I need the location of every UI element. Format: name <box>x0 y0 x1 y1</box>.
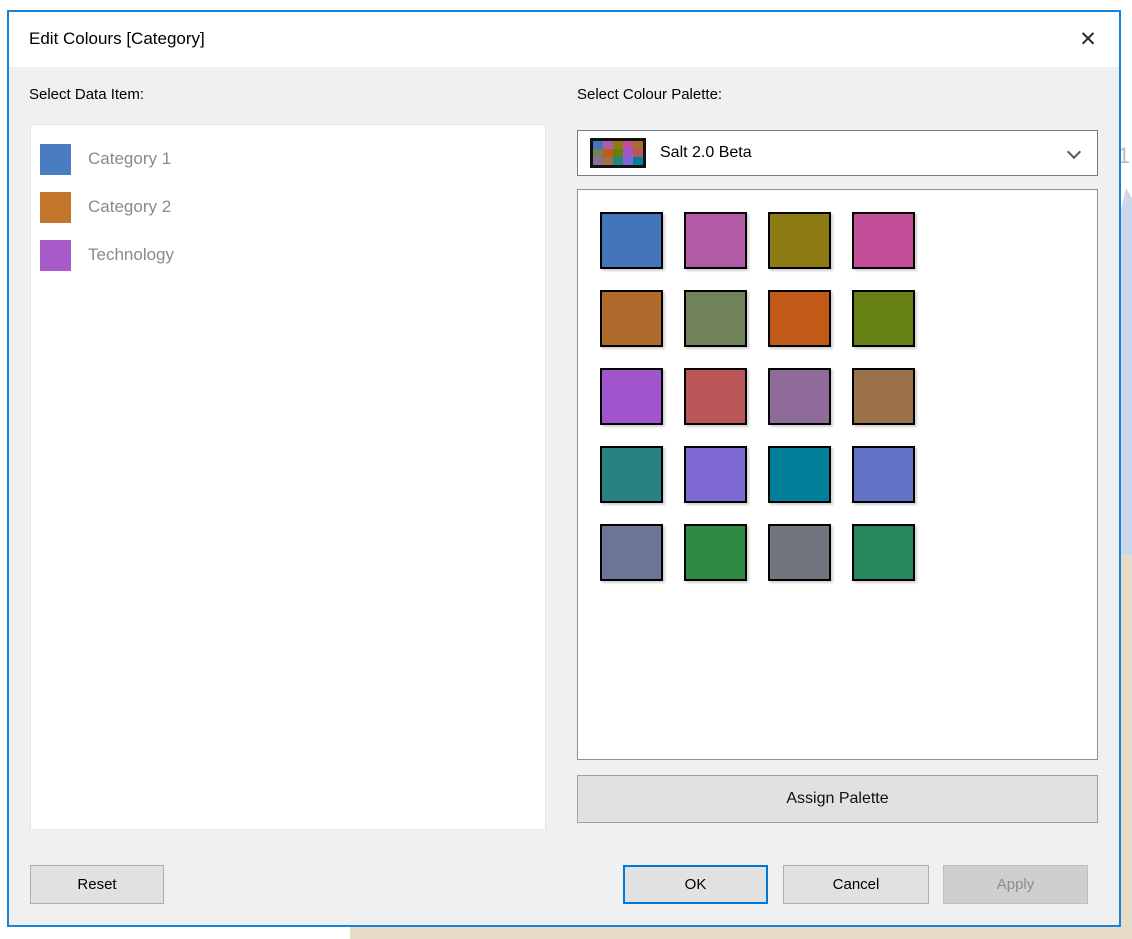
chevron-down-icon <box>1069 147 1080 158</box>
palette-swatch[interactable] <box>768 524 831 581</box>
palette-swatch[interactable] <box>684 212 747 269</box>
palette-swatch[interactable] <box>852 290 915 347</box>
cancel-button[interactable]: Cancel <box>783 865 929 904</box>
reset-button[interactable]: Reset <box>30 865 164 904</box>
palette-swatch[interactable] <box>852 524 915 581</box>
dialog-title: Edit Colours [Category] <box>29 29 205 49</box>
background-beige-fragment-right <box>1121 555 1132 939</box>
palette-dropdown-value: Salt 2.0 Beta <box>660 144 752 162</box>
palette-dropdown[interactable]: Salt 2.0 Beta <box>577 130 1098 176</box>
item-label: Category 2 <box>88 197 171 217</box>
select-colour-palette-label: Select Colour Palette: <box>577 86 722 103</box>
palette-swatch[interactable] <box>684 290 747 347</box>
palette-swatch[interactable] <box>600 368 663 425</box>
edit-colours-dialog: Edit Colours [Category] ✕ Select Data It… <box>7 10 1121 927</box>
assign-palette-button[interactable]: Assign Palette <box>577 775 1098 823</box>
palette-swatch[interactable] <box>768 446 831 503</box>
palette-panel <box>577 189 1098 760</box>
list-item[interactable]: Technology <box>31 231 545 279</box>
item-colour-swatch <box>40 240 71 271</box>
item-label: Category 1 <box>88 149 171 169</box>
list-item[interactable]: Category 2 <box>31 183 545 231</box>
ok-button[interactable]: OK <box>623 865 768 904</box>
palette-swatch[interactable] <box>684 524 747 581</box>
palette-swatch[interactable] <box>600 212 663 269</box>
background-beige-fragment-bottom <box>350 927 1132 939</box>
item-colour-swatch <box>40 192 71 223</box>
palette-thumbnail-icon <box>590 138 646 168</box>
palette-swatch[interactable] <box>768 212 831 269</box>
item-colour-swatch <box>40 144 71 175</box>
palette-swatch-grid <box>600 212 915 581</box>
palette-swatch[interactable] <box>600 290 663 347</box>
dialog-titlebar[interactable]: Edit Colours [Category] ✕ <box>9 12 1119 67</box>
palette-swatch[interactable] <box>852 368 915 425</box>
item-label: Technology <box>88 245 174 265</box>
select-data-item-label: Select Data Item: <box>29 86 144 103</box>
palette-swatch[interactable] <box>684 446 747 503</box>
palette-swatch[interactable] <box>768 368 831 425</box>
close-icon[interactable]: ✕ <box>1071 24 1105 54</box>
list-item[interactable]: Category 1 <box>31 135 545 183</box>
data-item-list: Category 1 Category 2 Technology <box>30 124 546 830</box>
palette-swatch[interactable] <box>600 524 663 581</box>
palette-swatch[interactable] <box>852 212 915 269</box>
apply-button: Apply <box>943 865 1088 904</box>
background-chart-fragment <box>1121 188 1132 555</box>
palette-swatch[interactable] <box>684 368 747 425</box>
palette-swatch[interactable] <box>768 290 831 347</box>
palette-swatch[interactable] <box>852 446 915 503</box>
palette-swatch[interactable] <box>600 446 663 503</box>
